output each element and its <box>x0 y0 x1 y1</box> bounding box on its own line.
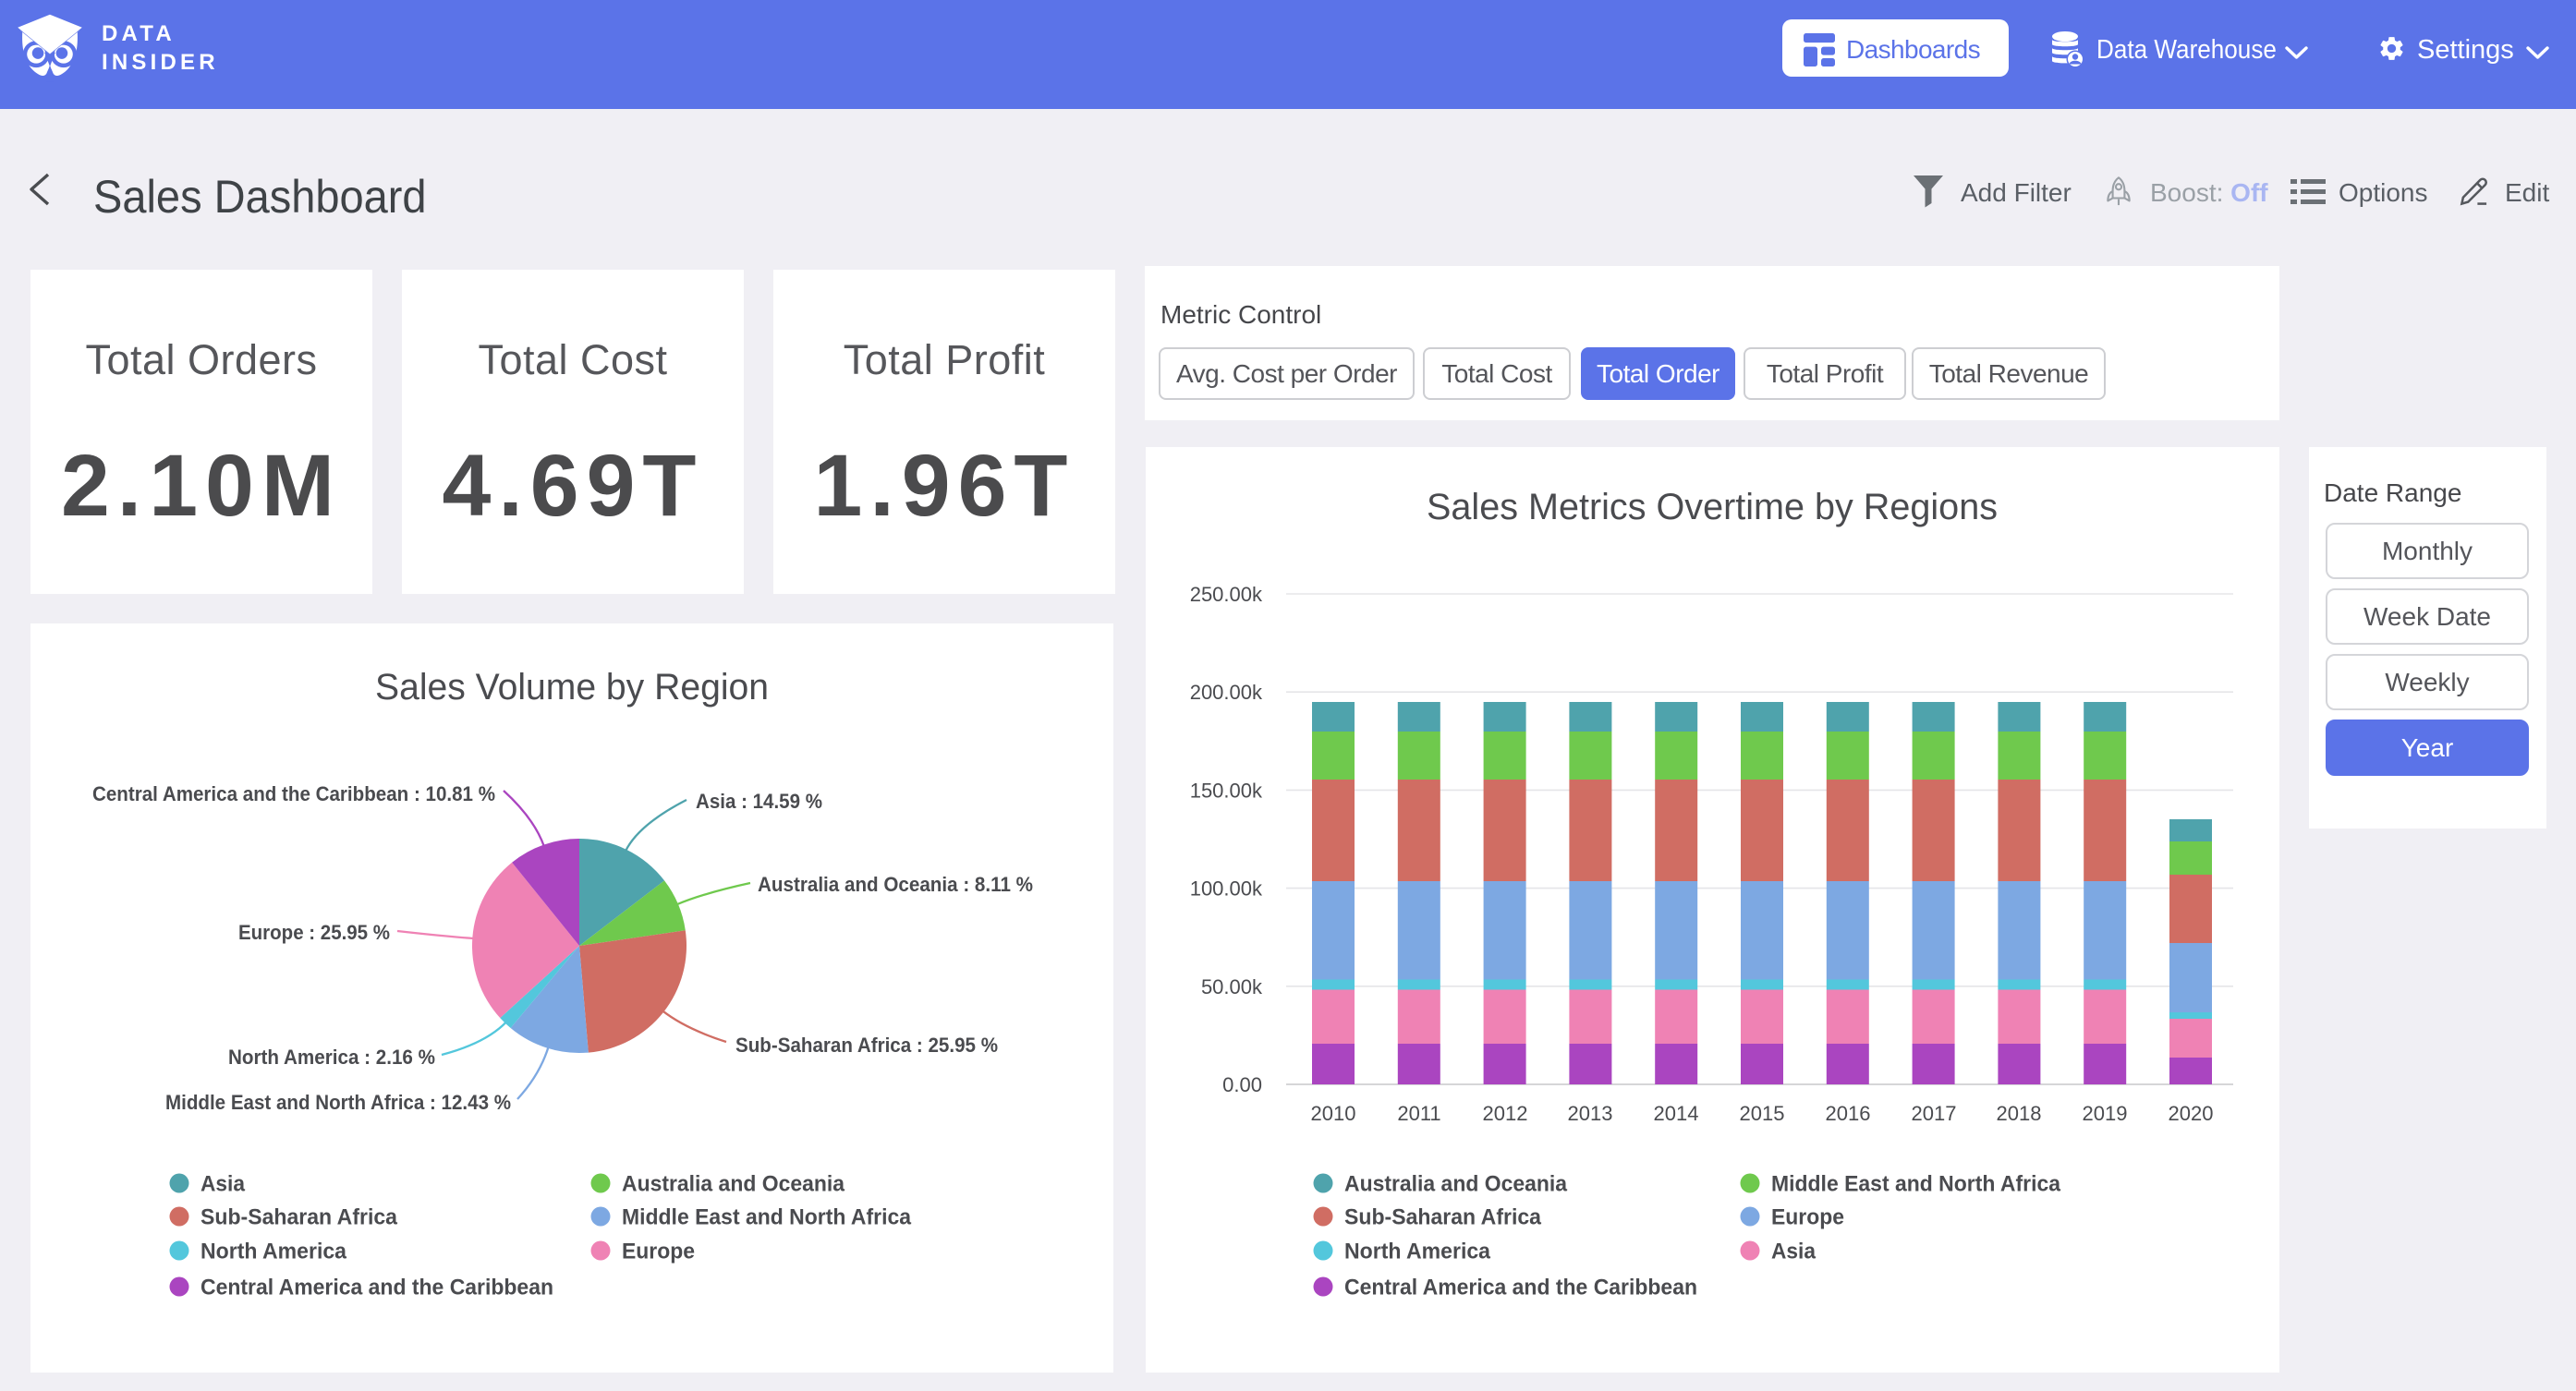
svg-text:Sales Metrics Overtime by Regi: Sales Metrics Overtime by Regions <box>1427 487 1998 527</box>
svg-text:2011: 2011 <box>1397 1102 1440 1125</box>
svg-text:Central America and the Caribb: Central America and the Caribbean : 10.8… <box>92 782 495 805</box>
svg-text:2015: 2015 <box>1740 1102 1785 1125</box>
svg-text:Europe: Europe <box>1771 1205 1844 1230</box>
svg-text:Sub-Saharan Africa: Sub-Saharan Africa <box>1344 1205 1542 1230</box>
svg-text:200.00k: 200.00k <box>1190 681 1263 704</box>
svg-text:2016: 2016 <box>1826 1102 1871 1125</box>
svg-text:50.00k: 50.00k <box>1201 975 1263 998</box>
svg-text:Europe: Europe <box>622 1240 695 1264</box>
svg-text:2010: 2010 <box>1311 1102 1356 1125</box>
svg-text:North America : 2.16 %: North America : 2.16 % <box>228 1046 435 1069</box>
svg-text:Central America and the Caribb: Central America and the Caribbean <box>1344 1276 1697 1300</box>
svg-text:Middle East and North Africa :: Middle East and North Africa : 12.43 % <box>165 1091 511 1114</box>
svg-text:Middle East and North Africa: Middle East and North Africa <box>1771 1172 2061 1197</box>
svg-text:250.00k: 250.00k <box>1190 583 1263 606</box>
svg-text:Europe : 25.95 %: Europe : 25.95 % <box>238 921 390 944</box>
svg-text:Asia : 14.59 %: Asia : 14.59 % <box>696 790 822 813</box>
svg-text:2019: 2019 <box>2083 1102 2128 1125</box>
svg-text:150.00k: 150.00k <box>1190 779 1263 802</box>
svg-text:100.00k: 100.00k <box>1190 877 1263 901</box>
svg-text:2013: 2013 <box>1568 1102 1613 1125</box>
svg-text:2012: 2012 <box>1483 1102 1528 1125</box>
svg-text:Middle East and North Africa: Middle East and North Africa <box>622 1205 912 1230</box>
svg-text:2018: 2018 <box>1997 1102 2042 1125</box>
svg-text:Sub-Saharan Africa : 25.95 %: Sub-Saharan Africa : 25.95 % <box>735 1034 998 1057</box>
svg-text:Asia: Asia <box>1771 1240 1817 1264</box>
svg-text:Asia: Asia <box>200 1172 246 1197</box>
svg-text:2017: 2017 <box>1912 1102 1957 1125</box>
svg-text:Central America and the Caribb: Central America and the Caribbean <box>200 1276 553 1300</box>
svg-text:2020: 2020 <box>2169 1102 2214 1125</box>
svg-text:North America: North America <box>1344 1240 1491 1264</box>
svg-text:North America: North America <box>200 1240 347 1264</box>
svg-text:Sales Volume by Region: Sales Volume by Region <box>375 667 769 708</box>
svg-text:Australia and Oceania: Australia and Oceania <box>622 1172 845 1197</box>
svg-text:Australia and Oceania : 8.11 %: Australia and Oceania : 8.11 % <box>758 873 1033 896</box>
svg-text:0.00: 0.00 <box>1222 1073 1262 1096</box>
svg-text:Australia and Oceania: Australia and Oceania <box>1344 1172 1568 1197</box>
svg-text:Sub-Saharan Africa: Sub-Saharan Africa <box>200 1205 398 1230</box>
svg-text:2014: 2014 <box>1654 1102 1699 1125</box>
